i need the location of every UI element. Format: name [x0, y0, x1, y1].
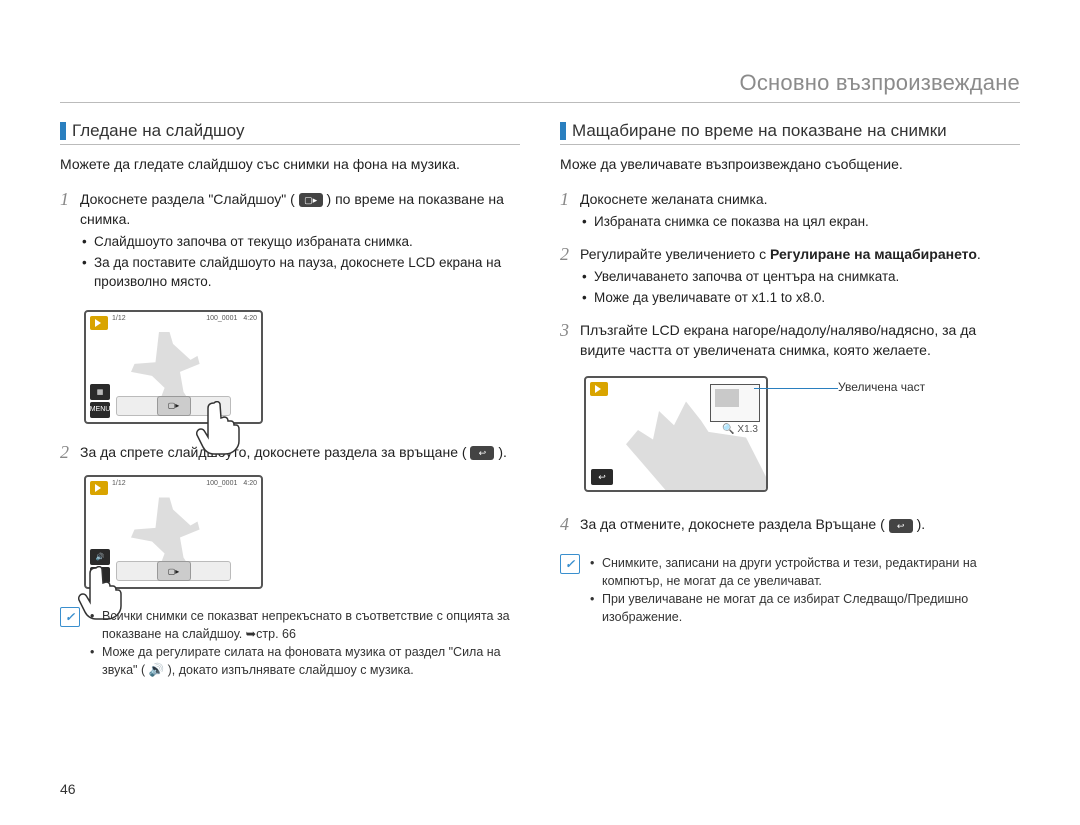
- left-step2-text-b: ).: [498, 444, 507, 460]
- step-number: 1: [560, 189, 580, 238]
- zoom-level: 🔍 X1.3: [722, 424, 758, 435]
- lcd-file: 100_0001: [206, 315, 237, 322]
- return-icon: ↩: [889, 519, 913, 533]
- lcd-screenshot-return: 1/12 100_0001 4:20 🔊 ↩ ▢▸: [84, 475, 263, 589]
- right-step3: Плъзгайте LCD екрана нагоре/надолу/наляв…: [580, 320, 1020, 361]
- lcd-mem: 4:20: [243, 315, 257, 322]
- play-mode-icon: [90, 481, 108, 495]
- bullet: Може да увеличавате от x1.1 to x8.0.: [580, 289, 1020, 308]
- right-section-title: Мащабиране по време на показване на сним…: [572, 121, 947, 141]
- slideshow-tab: ▢▸: [157, 396, 191, 416]
- section-accent-bar: [560, 122, 566, 140]
- right-step4-text-b: ).: [917, 516, 926, 532]
- callout-label: Увеличена част: [838, 380, 925, 394]
- note-item: Снимките, записани на други устройства и…: [590, 555, 1020, 590]
- lcd-counter: 1/12: [112, 315, 126, 322]
- note-icon: ✓: [560, 554, 580, 574]
- right-step4-text-a: За да отмените, докоснете раздела Връщан…: [580, 516, 885, 532]
- chapter-title: Основно възпроизвеждане: [60, 70, 1020, 103]
- right-step1: Докоснете желаната снимка. Избраната сни…: [580, 189, 1020, 238]
- right-step2-bold: Регулиране на мащабирането: [770, 246, 977, 262]
- bullet: Слайдшоуто започва от текущо избраната с…: [80, 233, 520, 252]
- right-step2-text-a: Регулирайте увеличението с: [580, 246, 770, 262]
- page-number: 46: [60, 781, 76, 797]
- section-accent-bar: [60, 122, 66, 140]
- right-column: Мащабиране по време на показване на сним…: [560, 121, 1020, 680]
- slideshow-tab: ▢▸: [157, 561, 191, 581]
- left-step2: За да спрете слайдшоуто, докоснете разде…: [80, 442, 520, 464]
- lcd-screenshot-zoom: 🔍 X1.3 ↩: [584, 376, 768, 492]
- left-section-title: Гледане на слайдшоу: [72, 121, 244, 141]
- play-mode-icon: [90, 316, 108, 330]
- touch-hand-icon: [196, 401, 246, 456]
- right-step4: За да отмените, докоснете раздела Връщан…: [580, 514, 1020, 536]
- lcd-file: 100_0001: [206, 480, 237, 487]
- note-item: Може да регулирате силата на фоновата му…: [90, 644, 520, 679]
- slideshow-icon: ▢▸: [299, 193, 323, 207]
- play-mode-icon: [590, 382, 608, 396]
- bullet: Избраната снимка се показва на цял екран…: [580, 213, 1020, 232]
- bullet: Увеличаването започва от центъра на сним…: [580, 268, 1020, 287]
- left-intro: Можете да гледате слайдшоу със снимки на…: [60, 155, 520, 175]
- step-number: 3: [560, 320, 580, 361]
- step-number: 2: [560, 244, 580, 314]
- note-item: Всички снимки се показват непрекъснато в…: [90, 608, 520, 643]
- right-intro: Може да увеличавате възпроизвеждано съоб…: [560, 155, 1020, 175]
- volume-icon: 🔊: [90, 549, 110, 565]
- left-step1-text-a: Докоснете раздела "Слайдшоу" (: [80, 191, 295, 207]
- left-column: Гледане на слайдшоу Можете да гледате сл…: [60, 121, 520, 680]
- menu-button: MENU: [90, 402, 110, 418]
- lcd-screenshot-slideshow: 1/12 100_0001 4:20 ▦ MENU ▢▸: [84, 310, 263, 424]
- right-step1-text: Докоснете желаната снимка.: [580, 191, 768, 207]
- bullet: За да поставите слайдшоуто на пауза, док…: [80, 254, 520, 292]
- lcd-counter: 1/12: [112, 480, 126, 487]
- return-button: ↩: [591, 469, 613, 485]
- callout-line: [768, 384, 838, 410]
- left-step2-text-a: За да спрете слайдшоуто, докоснете разде…: [80, 444, 467, 460]
- zoom-thumbnail: [710, 384, 760, 422]
- step-number: 4: [560, 514, 580, 536]
- left-step1: Докоснете раздела "Слайдшоу" ( ▢▸ ) по в…: [80, 189, 520, 298]
- step-number: 2: [60, 442, 80, 464]
- return-icon: ↩: [470, 446, 494, 460]
- lcd-mem: 4:20: [243, 480, 257, 487]
- right-step2: Регулирайте увеличението с Регулиране на…: [580, 244, 1020, 314]
- note-icon: ✓: [60, 607, 80, 627]
- note-item: При увеличаване не могат да се избират С…: [590, 591, 1020, 626]
- grid-icon: ▦: [90, 384, 110, 400]
- step-number: 1: [60, 189, 80, 298]
- right-step2-text-b: .: [977, 246, 981, 262]
